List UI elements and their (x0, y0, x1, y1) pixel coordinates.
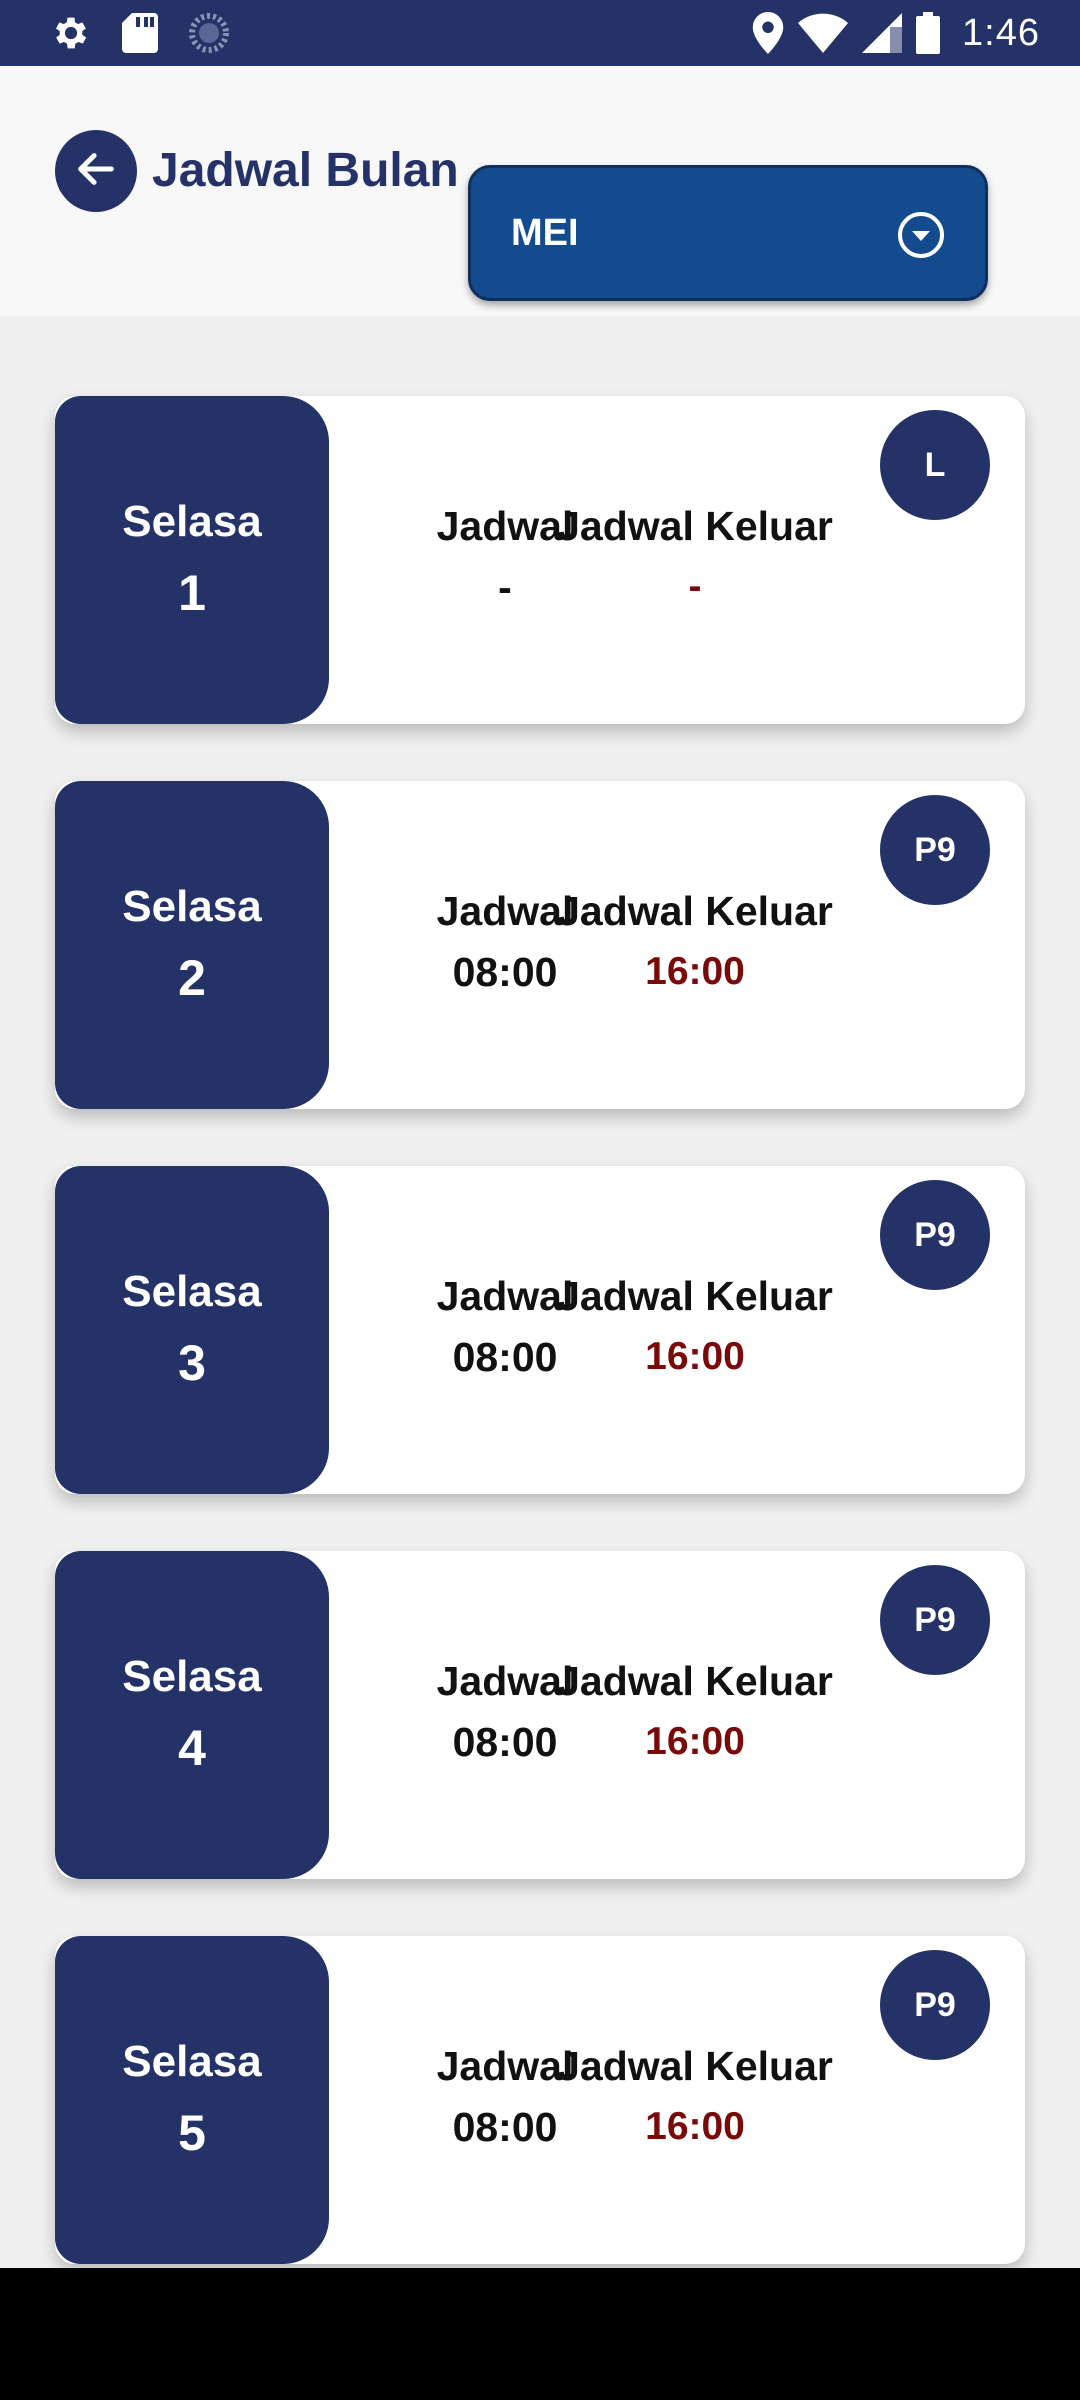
schedule-out-column: Jadwal Keluar - (535, 496, 855, 618)
schedule-out-label: Jadwal Keluar (557, 1273, 833, 1319)
shift-code-badge: P9 (880, 1180, 990, 1290)
day-date: 2 (178, 950, 206, 1006)
schedule-out-value: 16:00 (645, 1335, 745, 1378)
sd-card-icon (122, 13, 158, 53)
schedule-card[interactable]: Selasa 1 Jadwal - Jadwal Keluar - L (55, 396, 1025, 724)
schedule-out-label: Jadwal Keluar (557, 2043, 833, 2089)
day-name: Selasa (122, 1652, 262, 1701)
shift-code-badge: L (880, 410, 990, 520)
day-date: 5 (178, 2105, 206, 2161)
day-name: Selasa (122, 882, 262, 931)
schedule-out-value: 16:00 (645, 1720, 745, 1763)
location-icon (752, 12, 784, 54)
schedule-out-column: Jadwal Keluar 16:00 (535, 1651, 855, 1773)
day-box: Selasa 4 (55, 1551, 329, 1879)
day-date: 1 (178, 565, 206, 621)
day-name: Selasa (122, 497, 262, 546)
arrow-left-icon (73, 146, 119, 197)
shift-code-badge: P9 (880, 1565, 990, 1675)
day-name: Selasa (122, 1267, 262, 1316)
clock: 1:46 (962, 11, 1040, 54)
back-button[interactable] (55, 130, 137, 212)
day-date: 3 (178, 1335, 206, 1391)
battery-icon (916, 12, 941, 54)
shift-code-badge: P9 (880, 1950, 990, 2060)
schedule-out-value: - (688, 565, 702, 608)
schedule-out-column: Jadwal Keluar 16:00 (535, 2036, 855, 2158)
shift-code-badge: P9 (880, 795, 990, 905)
wifi-icon (798, 13, 849, 53)
day-box: Selasa 3 (55, 1166, 329, 1494)
schedule-card[interactable]: Selasa 3 Jadwal 08:00 Jadwal Keluar 16:0… (55, 1166, 1025, 1494)
month-select-value: MEI (511, 212, 579, 254)
month-select[interactable]: MEI (468, 165, 988, 301)
navigation-bar (0, 2268, 1080, 2400)
status-bar: 1:46 (0, 0, 1080, 66)
day-box: Selasa 2 (55, 781, 329, 1109)
schedule-out-value: 16:00 (645, 950, 745, 993)
signal-icon (862, 13, 903, 53)
day-date: 4 (178, 1720, 206, 1776)
schedule-out-column: Jadwal Keluar 16:00 (535, 1266, 855, 1388)
schedule-out-value: 16:00 (645, 2105, 745, 2148)
schedule-card[interactable]: Selasa 2 Jadwal 08:00 Jadwal Keluar 16:0… (55, 781, 1025, 1109)
chevron-down-icon (897, 211, 945, 259)
page-title: Jadwal Bulan (152, 144, 459, 197)
day-name: Selasa (122, 2037, 262, 2086)
gear-icon (50, 12, 92, 54)
loading-icon (188, 12, 230, 54)
schedule-out-label: Jadwal Keluar (557, 1658, 833, 1704)
schedule-card[interactable]: Selasa 4 Jadwal 08:00 Jadwal Keluar 16:0… (55, 1551, 1025, 1879)
schedule-card[interactable]: Selasa 5 Jadwal 08:00 Jadwal Keluar 16:0… (55, 1936, 1025, 2264)
schedule-out-column: Jadwal Keluar 16:00 (535, 881, 855, 1003)
day-box: Selasa 5 (55, 1936, 329, 2264)
day-box: Selasa 1 (55, 396, 329, 724)
schedule-out-label: Jadwal Keluar (557, 888, 833, 934)
schedule-out-label: Jadwal Keluar (557, 503, 833, 549)
